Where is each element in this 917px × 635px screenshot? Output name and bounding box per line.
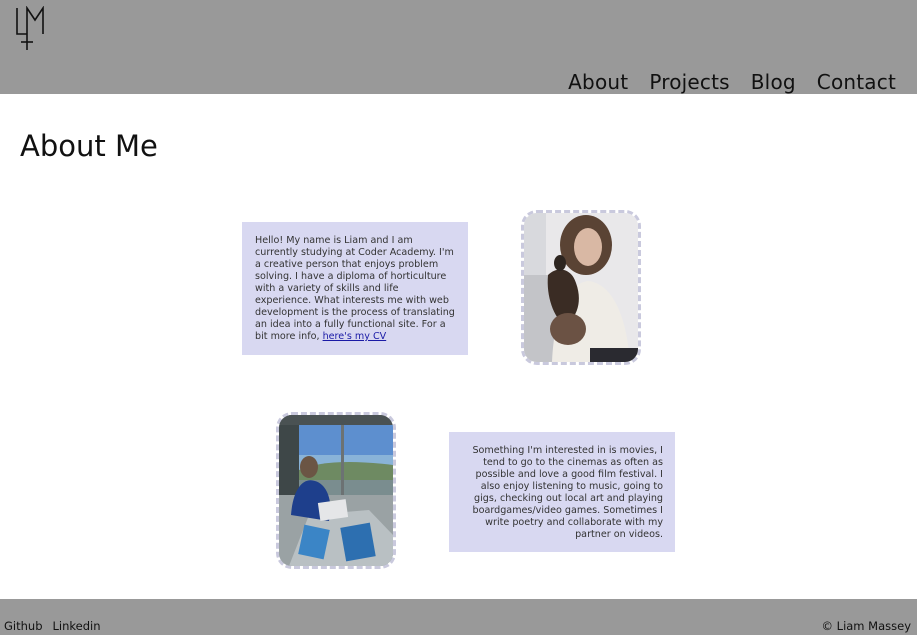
nav-blog-link[interactable]: Blog: [751, 70, 796, 94]
copyright-text: © Liam Massey: [821, 619, 912, 633]
portrait-with-cat-photo: [521, 210, 641, 365]
page-title: About Me: [20, 129, 158, 163]
site-footer: Github Linkedin © Liam Massey: [0, 599, 917, 635]
site-header: About Projects Blog Contact: [0, 0, 917, 94]
main-nav: About Projects Blog Contact: [568, 70, 896, 94]
nav-about-link[interactable]: About: [568, 70, 628, 94]
cv-link[interactable]: here's my CV: [323, 331, 387, 342]
bio-interests-text: Something I'm interested in is movies, I…: [472, 445, 663, 540]
portrait-photo-image: [524, 213, 638, 362]
footer-links: Github Linkedin: [4, 619, 101, 633]
nav-projects-link[interactable]: Projects: [649, 70, 729, 94]
bio-card-intro: Hello! My name is Liam and I am currentl…: [242, 222, 468, 355]
bio-intro-text: Hello! My name is Liam and I am currentl…: [255, 235, 455, 342]
records-photo-image: [279, 415, 393, 566]
reading-records-photo: [276, 412, 396, 569]
github-link[interactable]: Github: [4, 619, 43, 633]
logo-icon: [16, 5, 44, 50]
lm-monogram-logo[interactable]: [14, 5, 48, 52]
nav-contact-link[interactable]: Contact: [817, 70, 896, 94]
linkedin-link[interactable]: Linkedin: [53, 619, 101, 633]
bio-card-interests: Something I'm interested in is movies, I…: [449, 432, 675, 552]
